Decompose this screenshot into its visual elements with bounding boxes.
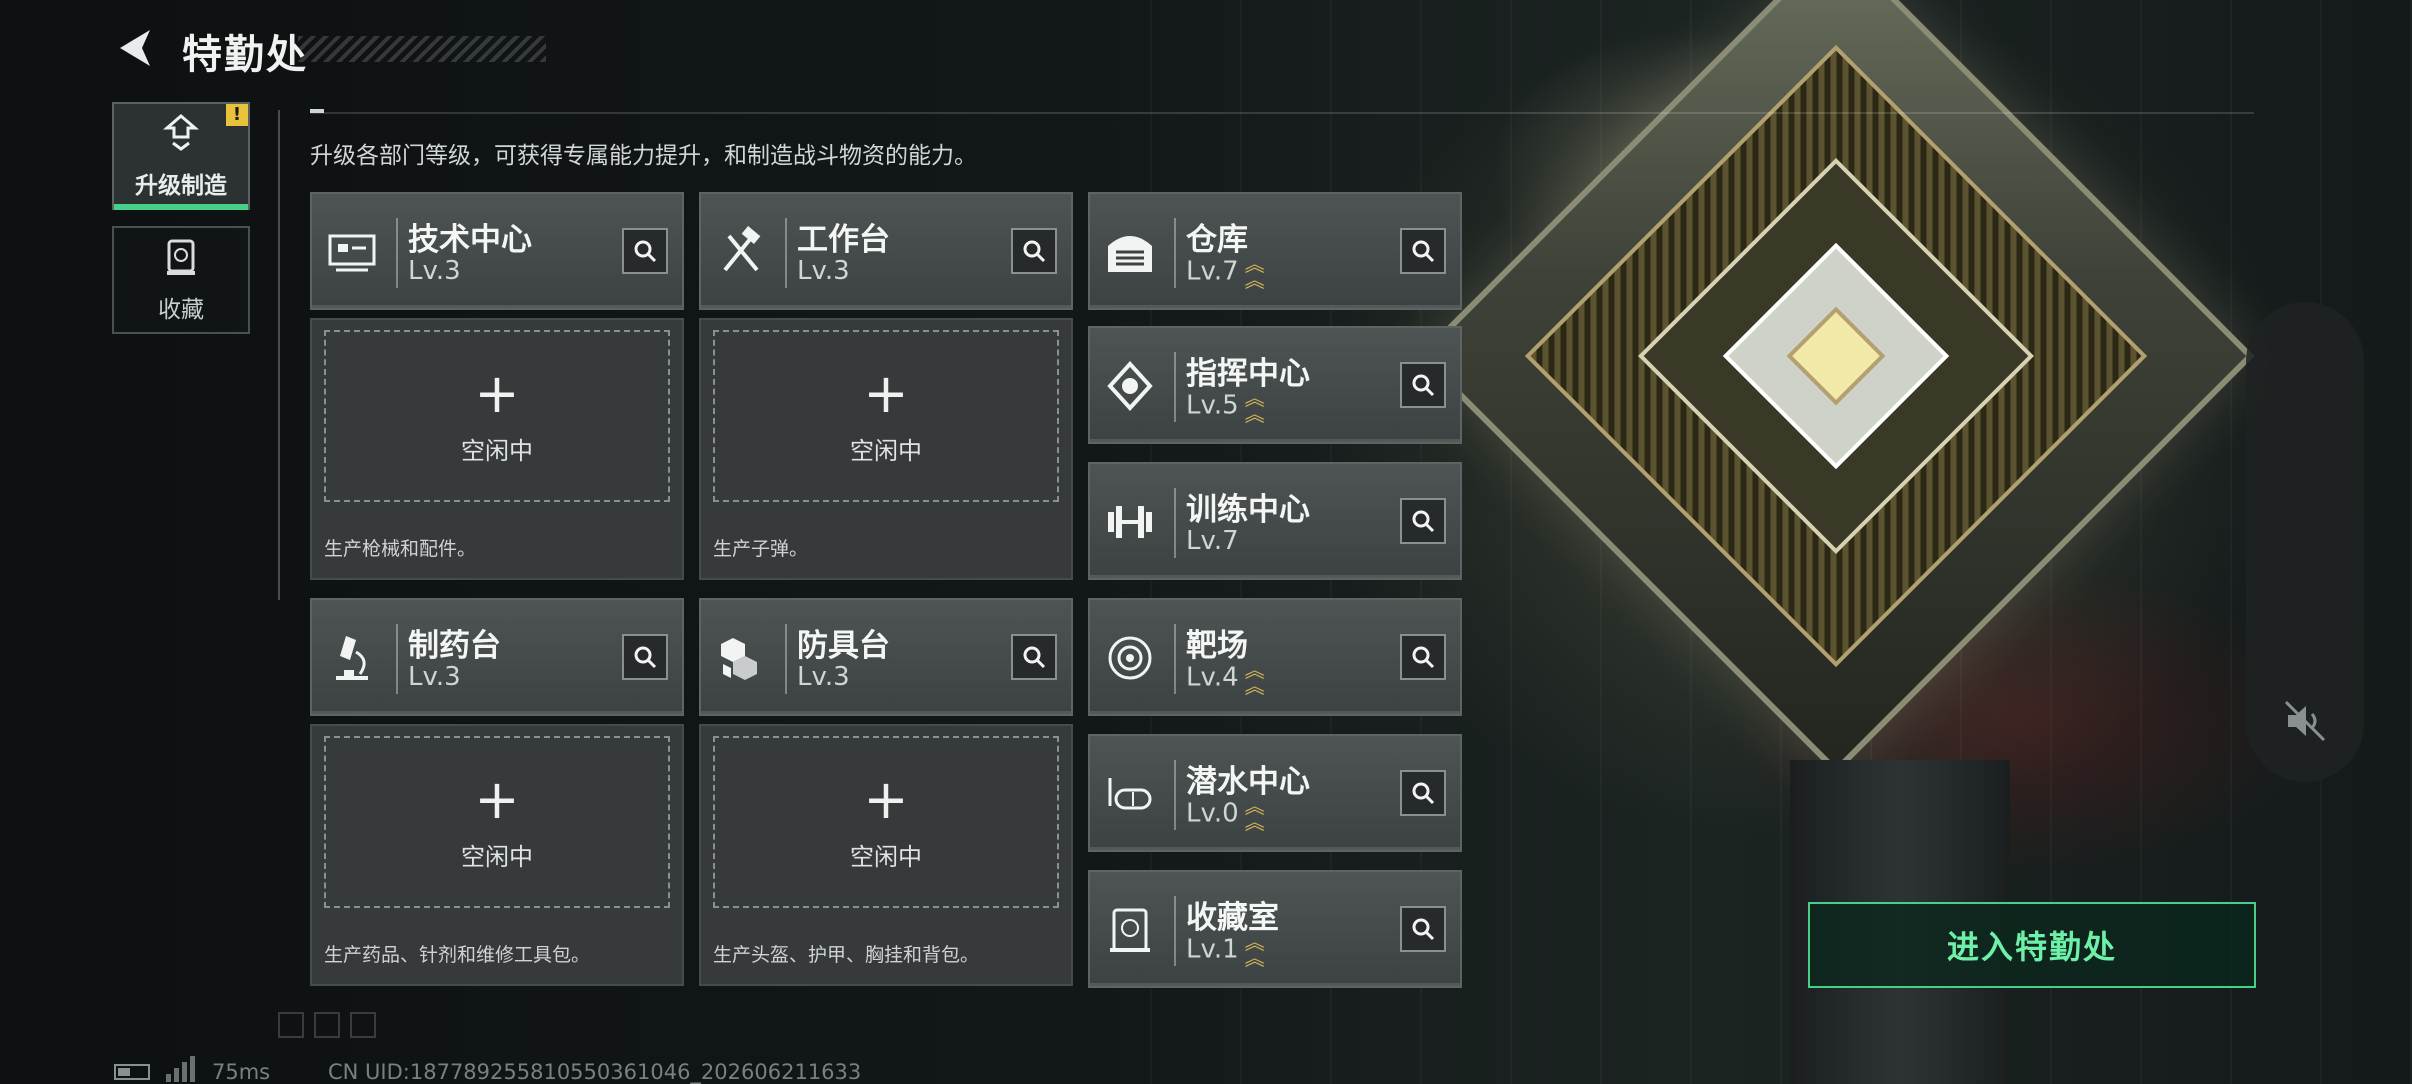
upgrade-available-icon: ︽ ︽ (1244, 386, 1265, 426)
alert-badge: ! (226, 104, 248, 126)
department-level: Lv.0 ︽ ︽ (1186, 794, 1265, 834)
department-level: Lv.3 (408, 256, 461, 286)
plus-icon: + (474, 767, 520, 831)
armor-cubes-icon (715, 630, 767, 686)
tech-center-icon (326, 224, 378, 280)
search-icon[interactable] (1400, 770, 1446, 816)
upgrade-available-icon: ︽ ︽ (1244, 658, 1265, 698)
tab-upgrade-craft[interactable]: ! 升级制造 (112, 102, 250, 210)
slot-status: 空闲中 (461, 842, 533, 871)
add-production-button[interactable]: + 空闲中 (713, 330, 1059, 502)
department-level: Lv.3 (797, 256, 850, 286)
section-description: 升级各部门等级，可获得专属能力提升，和制造战斗物资的能力。 (310, 143, 977, 169)
search-icon[interactable] (622, 634, 668, 680)
department-card-command-center[interactable]: 指挥中心 Lv.5 ︽ ︽ (1088, 326, 1462, 444)
slot-status: 空闲中 (850, 436, 922, 465)
divider (310, 112, 2254, 114)
search-icon[interactable] (1011, 634, 1057, 680)
department-level: Lv.3 (797, 662, 850, 692)
department-name: 工作台 (797, 222, 890, 258)
slot-hint: 生产子弹。 (713, 538, 809, 560)
search-icon[interactable] (1400, 228, 1446, 274)
department-name: 仓库 (1186, 222, 1248, 258)
search-icon[interactable] (1400, 906, 1446, 952)
divider (278, 110, 280, 600)
department-name: 制药台 (408, 628, 501, 664)
department-card-warehouse[interactable]: 仓库 Lv.7 ︽ ︽ (1088, 192, 1462, 310)
diving-mask-icon (1104, 766, 1156, 822)
department-level: Lv.5 ︽ ︽ (1186, 386, 1265, 426)
department-level: Lv.7 ︽ ︽ (1186, 252, 1265, 292)
production-slot-armor[interactable]: + 空闲中 生产头盔、护甲、胸挂和背包。 (699, 724, 1073, 986)
target-icon (1104, 630, 1156, 686)
title-decoration (298, 36, 546, 62)
back-arrow-icon[interactable] (112, 24, 156, 72)
warehouse-icon (1104, 224, 1156, 280)
search-icon[interactable] (1400, 362, 1446, 408)
add-production-button[interactable]: + 空闲中 (324, 330, 670, 502)
upgrade-available-icon: ︽ ︽ (1244, 794, 1265, 834)
slot-hint: 生产头盔、护甲、胸挂和背包。 (713, 944, 980, 966)
slot-hint: 生产枪械和配件。 (324, 538, 477, 560)
battery-icon (114, 1064, 150, 1080)
add-production-button[interactable]: + 空闲中 (324, 736, 670, 908)
dumbbell-icon (1104, 494, 1156, 550)
department-card-diving-center[interactable]: 潜水中心 Lv.0 ︽ ︽ (1088, 734, 1462, 852)
department-name: 靶场 (1186, 628, 1248, 664)
collection-trophy-icon (163, 237, 199, 286)
enter-special-ops-button[interactable]: 进入特勤处 (1808, 902, 2256, 988)
user-uid: CN UID:18778925581055036​1046_2026062116… (328, 1060, 862, 1084)
network-latency: 75ms (212, 1060, 271, 1084)
tab-label: 升级制造 (135, 172, 227, 199)
search-icon[interactable] (1400, 498, 1446, 544)
footer-decoration (278, 1012, 386, 1042)
upgrade-arrows-icon (159, 113, 203, 162)
collection-room-icon (1104, 902, 1156, 958)
tab-label: 收藏 (158, 296, 204, 323)
slot-hint: 生产药品、针剂和维修工具包。 (324, 944, 591, 966)
department-name: 技术中心 (408, 222, 532, 258)
plus-icon: + (474, 361, 520, 425)
department-level: Lv.3 (408, 662, 461, 692)
plus-icon: + (863, 767, 909, 831)
search-icon[interactable] (622, 228, 668, 274)
department-card-workbench[interactable]: 工作台 Lv.3 (699, 192, 1073, 310)
department-level: Lv.7 (1186, 526, 1239, 556)
department-card-tech-center[interactable]: 技术中心 Lv.3 (310, 192, 684, 310)
department-name: 收藏室 (1186, 900, 1279, 936)
add-production-button[interactable]: + 空闲中 (713, 736, 1059, 908)
department-level: Lv.4 ︽ ︽ (1186, 658, 1265, 698)
department-card-pharmacy[interactable]: 制药台 Lv.3 (310, 598, 684, 716)
plus-icon: + (863, 361, 909, 425)
department-card-shooting-range[interactable]: 靶场 Lv.4 ︽ ︽ (1088, 598, 1462, 716)
page-title: 特勤处 (182, 32, 308, 78)
microscope-icon (326, 630, 378, 686)
department-card-training-center[interactable]: 训练中心 Lv.7 (1088, 462, 1462, 580)
slot-status: 空闲中 (461, 436, 533, 465)
slot-status: 空闲中 (850, 842, 922, 871)
department-card-collection-room[interactable]: 收藏室 Lv.1 ︽ ︽ (1088, 870, 1462, 988)
production-slot-workbench[interactable]: + 空闲中 生产子弹。 (699, 318, 1073, 580)
search-icon[interactable] (1011, 228, 1057, 274)
command-chip-icon (1104, 358, 1156, 414)
department-name: 训练中心 (1186, 492, 1310, 528)
department-name: 防具台 (797, 628, 890, 664)
department-card-armor[interactable]: 防具台 Lv.3 (699, 598, 1073, 716)
tab-collection[interactable]: 收藏 (112, 226, 250, 334)
upgrade-available-icon: ︽ ︽ (1244, 930, 1265, 970)
hammer-wrench-icon (715, 224, 767, 280)
divider-mark (310, 109, 324, 113)
mute-speaker-icon[interactable] (2282, 698, 2328, 744)
search-icon[interactable] (1400, 634, 1446, 680)
department-level: Lv.1 ︽ ︽ (1186, 930, 1265, 970)
production-slot-tech-center[interactable]: + 空闲中 生产枪械和配件。 (310, 318, 684, 580)
upgrade-available-icon: ︽ ︽ (1244, 252, 1265, 292)
signal-strength-icon (166, 1056, 195, 1082)
production-slot-pharmacy[interactable]: + 空闲中 生产药品、针剂和维修工具包。 (310, 724, 684, 986)
